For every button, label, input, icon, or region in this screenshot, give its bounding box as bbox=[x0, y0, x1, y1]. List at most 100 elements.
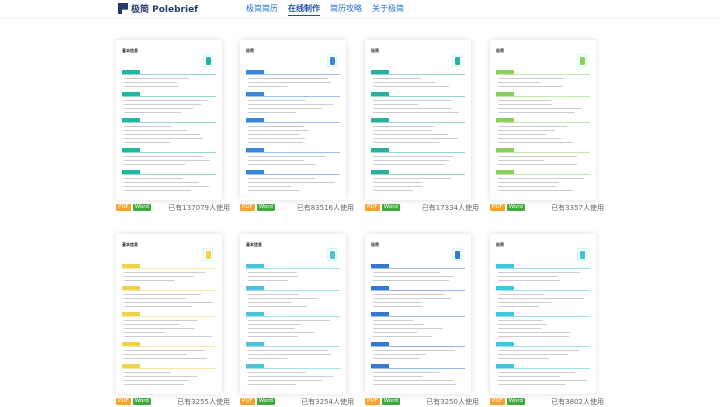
resume-section-rule bbox=[122, 268, 216, 269]
template-card[interactable]: 基本信息 bbox=[240, 234, 346, 394]
resume-text-line bbox=[124, 276, 194, 278]
resume-text-line bbox=[373, 186, 423, 188]
template-card[interactable]: 极简 bbox=[490, 234, 596, 394]
nav-item-about[interactable]: 关于极简 bbox=[372, 3, 404, 16]
pdf-badge[interactable]: PDF bbox=[240, 204, 255, 211]
resume-text-line bbox=[248, 320, 330, 322]
pdf-badge[interactable]: PDF bbox=[365, 204, 380, 211]
usage-count: 已有3357人使用 bbox=[551, 203, 604, 212]
resume-text-line bbox=[248, 126, 304, 128]
resume-text-line bbox=[248, 302, 292, 304]
resume-section-rule bbox=[122, 122, 216, 123]
resume-text-line bbox=[124, 376, 197, 378]
template-card[interactable]: 极简 bbox=[490, 40, 596, 200]
resume-text-line bbox=[248, 130, 309, 132]
resume-section-rule bbox=[246, 368, 340, 369]
resume-text-line bbox=[124, 272, 205, 274]
resume-text-line bbox=[498, 86, 563, 88]
resume-section-rule bbox=[122, 368, 216, 369]
template-card[interactable]: 极简 bbox=[365, 234, 471, 394]
resume-section-rule bbox=[371, 316, 465, 317]
resume-text-line bbox=[498, 324, 547, 326]
resume-text-line bbox=[124, 186, 209, 188]
resume-section-rule bbox=[246, 290, 340, 291]
resume-section-rule bbox=[122, 290, 216, 291]
nav-item-online-builder[interactable]: 在线制作 bbox=[288, 3, 320, 16]
resume-section-rule bbox=[371, 368, 465, 369]
resume-section-rule bbox=[496, 368, 590, 369]
resume-section-rule bbox=[246, 152, 340, 153]
resume-text-line bbox=[373, 138, 458, 140]
resume-photo-icon bbox=[452, 54, 462, 67]
resume-text-line bbox=[248, 336, 298, 338]
resume-preview-name: 极简 bbox=[371, 48, 379, 53]
word-badge[interactable]: Word bbox=[381, 204, 400, 211]
resume-text-line bbox=[373, 294, 445, 296]
resume-text-line bbox=[124, 142, 170, 144]
resume-text-line bbox=[373, 100, 452, 102]
resume-text-line bbox=[124, 164, 185, 166]
usage-count: 已有3255人使用 bbox=[177, 397, 230, 406]
resume-text-line bbox=[248, 142, 303, 144]
resume-section-rule bbox=[496, 316, 590, 317]
resume-preview-name: 极简 bbox=[371, 242, 379, 247]
resume-text-line bbox=[373, 372, 439, 374]
resume-text-line bbox=[498, 272, 580, 274]
resume-section-rule bbox=[371, 122, 465, 123]
template-card[interactable]: 极简 bbox=[365, 40, 471, 200]
resume-text-line bbox=[248, 324, 301, 326]
resume-section-rule bbox=[122, 96, 216, 97]
resume-text-line bbox=[248, 112, 296, 114]
template-meta-row: PDF Word 已有3255人使用 bbox=[116, 397, 230, 406]
resume-text-line bbox=[124, 320, 198, 322]
resume-section-rule bbox=[496, 346, 590, 347]
template-card[interactable]: 基本信息 bbox=[116, 40, 222, 200]
resume-text-line bbox=[373, 272, 440, 274]
resume-text-line bbox=[248, 294, 299, 296]
resume-text-line bbox=[124, 380, 189, 382]
resume-text-line bbox=[248, 82, 331, 84]
resume-preview-name: 基本信息 bbox=[122, 48, 138, 53]
pdf-badge[interactable]: PDF bbox=[490, 204, 505, 211]
resume-text-line bbox=[373, 380, 453, 382]
brand-logo[interactable]: 极简 Polebrief bbox=[118, 2, 198, 15]
resume-text-line bbox=[248, 160, 304, 162]
logo-icon bbox=[118, 3, 128, 14]
resume-text-line bbox=[124, 182, 199, 184]
resume-section-rule bbox=[496, 122, 590, 123]
resume-text-line bbox=[498, 320, 543, 322]
template-meta-row: PDF Word 已有3250人使用 bbox=[365, 397, 479, 406]
resume-text-line bbox=[248, 298, 318, 300]
resume-text-line bbox=[124, 82, 177, 84]
word-badge[interactable]: Word bbox=[132, 204, 151, 211]
nav-item-guides[interactable]: 简历攻略 bbox=[330, 3, 362, 16]
template-meta-row: PDF Word 已有3254人使用 bbox=[240, 397, 354, 406]
resume-text-line bbox=[124, 108, 193, 110]
template-meta-row: PDF Word 已有17334人使用 bbox=[365, 203, 479, 212]
template-card[interactable]: 极简 bbox=[240, 40, 346, 200]
resume-text-line bbox=[498, 354, 568, 356]
resume-text-line bbox=[373, 376, 423, 378]
resume-text-line bbox=[124, 112, 181, 114]
resume-text-line bbox=[373, 302, 422, 304]
word-badge[interactable]: Word bbox=[506, 204, 525, 211]
resume-text-line bbox=[498, 138, 561, 140]
resume-text-line bbox=[498, 328, 541, 330]
resume-text-line bbox=[498, 336, 569, 338]
word-badge[interactable]: Word bbox=[256, 204, 275, 211]
template-card[interactable]: 基本信息 bbox=[116, 234, 222, 394]
resume-text-line bbox=[373, 82, 436, 84]
resume-text-line bbox=[124, 350, 205, 352]
resume-text-line bbox=[373, 280, 449, 282]
resume-text-line bbox=[124, 302, 213, 304]
pdf-badge[interactable]: PDF bbox=[116, 204, 131, 211]
resume-text-line bbox=[373, 320, 413, 322]
resume-text-line bbox=[124, 354, 187, 356]
resume-text-line bbox=[373, 156, 453, 158]
nav-item-home[interactable]: 极简简历 bbox=[246, 3, 278, 16]
resume-text-line bbox=[124, 178, 183, 180]
resume-text-line bbox=[248, 104, 333, 106]
resume-section-rule bbox=[122, 316, 216, 317]
resume-text-line bbox=[248, 78, 328, 80]
resume-text-line bbox=[124, 298, 186, 300]
